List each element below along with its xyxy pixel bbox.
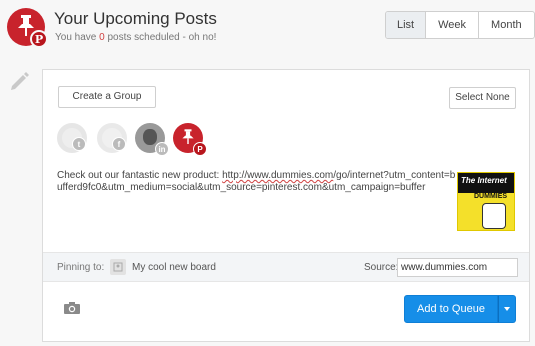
pinterest-account-avatar: P: [7, 8, 48, 48]
profile-twitter[interactable]: t: [57, 123, 87, 153]
tab-list[interactable]: List: [386, 12, 426, 38]
thumbnail-title: The Internet: [461, 176, 507, 185]
source-label: Source:: [364, 262, 399, 273]
create-group-button[interactable]: Create a Group: [58, 86, 156, 108]
source-input[interactable]: [397, 258, 518, 277]
profile-pinterest[interactable]: P: [173, 123, 207, 156]
profile-linkedin[interactable]: in: [135, 123, 169, 156]
page-title: Your Upcoming Posts: [54, 9, 217, 28]
chevron-down-icon: [504, 307, 510, 311]
pinterest-icon: P: [193, 142, 207, 156]
board-icon: [110, 259, 126, 275]
pinning-bar: Pinning to: My cool new board Source:: [43, 252, 529, 282]
linkedin-icon: in: [155, 142, 169, 156]
twitter-icon: t: [72, 137, 86, 151]
tab-week[interactable]: Week: [425, 12, 478, 38]
profile-photo: [143, 129, 157, 145]
camera-icon[interactable]: [63, 301, 81, 315]
post-url: http://www.dummies.com: [222, 170, 334, 181]
pushpin-icon: [182, 129, 194, 144]
post-composer: Create a Group Select None t f in P Chec…: [42, 69, 530, 342]
view-switcher: List Week Month: [385, 11, 535, 39]
pinterest-badge-icon: P: [30, 30, 48, 48]
post-text-input[interactable]: Check out our fantastic new product: htt…: [57, 170, 457, 194]
scheduled-status: You have 0 posts scheduled - oh no!: [55, 32, 217, 43]
select-none-button[interactable]: Select None: [449, 87, 516, 109]
facebook-icon: f: [112, 137, 126, 151]
add-to-queue-button[interactable]: Add to Queue: [404, 295, 498, 323]
link-thumbnail[interactable]: The Internet DUMMIES: [457, 172, 515, 231]
pinning-label: Pinning to:: [57, 262, 105, 273]
tab-month[interactable]: Month: [478, 12, 534, 38]
board-selector[interactable]: My cool new board: [132, 262, 216, 273]
profile-facebook[interactable]: f: [97, 123, 127, 153]
thumbnail-subtitle: DUMMIES: [474, 193, 508, 200]
book-illustration: [482, 203, 506, 229]
pencil-icon: [11, 72, 29, 90]
queue-options-dropdown[interactable]: [498, 295, 516, 323]
